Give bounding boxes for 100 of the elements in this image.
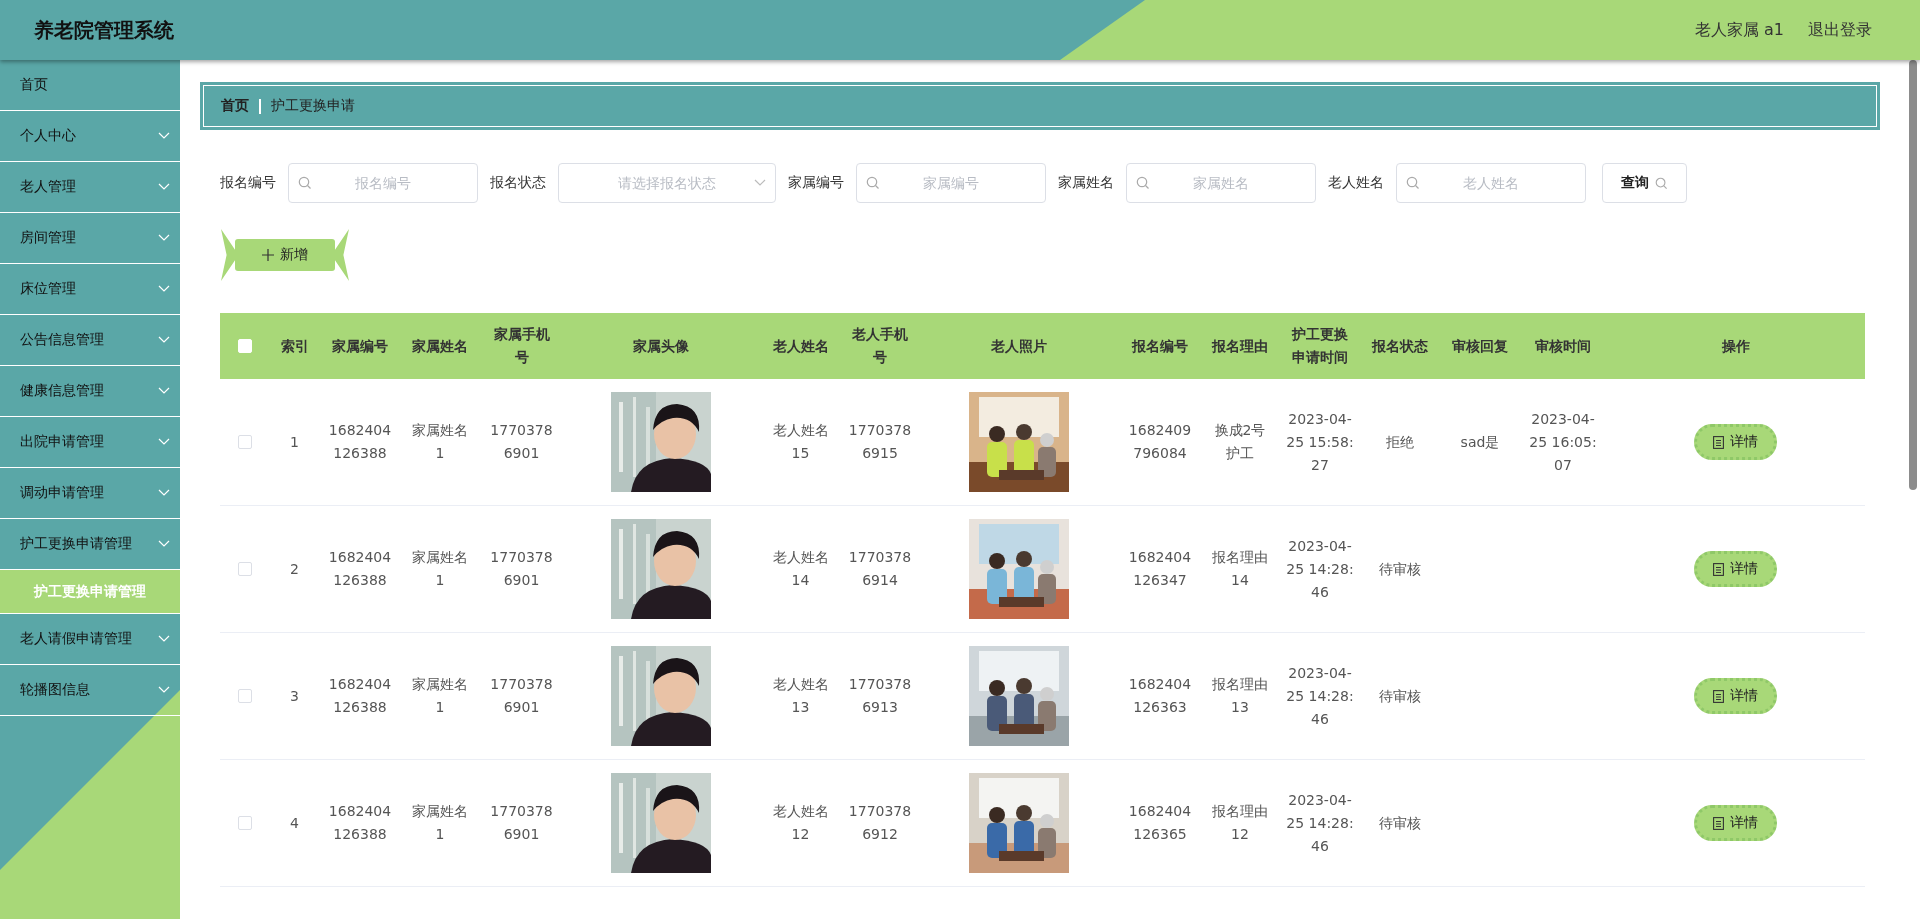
search-icon	[1136, 176, 1150, 190]
search-icon	[298, 176, 312, 190]
table-cell-text: 待审核	[1379, 813, 1421, 833]
table-cell-text: 1682404 126365	[1128, 802, 1192, 844]
filter-label: 家属编号	[788, 174, 844, 192]
dropdown-caret-icon	[754, 179, 766, 187]
document-icon	[1713, 816, 1724, 830]
column-header: 老人手机号	[851, 325, 909, 367]
table-cell-text: 1770378 6901	[490, 548, 553, 590]
detail-button[interactable]: 详情	[1694, 678, 1777, 714]
column-header: 操作	[1721, 336, 1750, 356]
column-header: 家属编号	[332, 336, 388, 356]
filter-label: 报名编号	[220, 174, 276, 192]
sidebar-item[interactable]: 房间管理	[0, 213, 180, 264]
table-cell-text: 2023-04- 25 14:28: 46	[1286, 536, 1354, 602]
table-cell-text: 2023-04- 25 15:58: 27	[1286, 409, 1354, 475]
sidebar-item[interactable]: 床位管理	[0, 264, 180, 315]
chevron-icon	[158, 183, 170, 191]
table-cell-text: 换成2号护工	[1213, 421, 1267, 463]
table-cell-text: 老人姓名 13	[772, 675, 829, 717]
column-header: 老人照片	[991, 336, 1047, 356]
table-cell-text: 老人姓名 15	[772, 421, 829, 463]
table-cell-text: 1682404 126388	[328, 675, 392, 717]
filter-label: 老人姓名	[1328, 174, 1384, 192]
breadcrumb-current: 护工更换申请	[271, 97, 355, 115]
sidebar-item[interactable]: 首页	[0, 60, 180, 111]
table-cell-text: 2023-04- 25 14:28: 46	[1286, 663, 1354, 729]
table-cell-text: 家属姓名 1	[412, 675, 468, 717]
table-cell-text: 3	[290, 686, 299, 706]
column-header: 索引	[280, 336, 309, 356]
search-field[interactable]: 家属姓名	[1126, 163, 1316, 203]
search-field[interactable]: 家属编号	[856, 163, 1046, 203]
chevron-icon	[158, 336, 170, 344]
column-header: 审核回复	[1452, 336, 1508, 356]
chevron-icon	[158, 387, 170, 395]
sidebar-item[interactable]: 个人中心	[0, 111, 180, 162]
column-header: 老人姓名	[772, 336, 829, 356]
table-cell-text: sad是	[1460, 432, 1500, 452]
sidebar-item[interactable]: 老人管理	[0, 162, 180, 213]
scrollbar[interactable]	[1909, 60, 1917, 490]
select-all-checkbox[interactable]	[237, 339, 252, 353]
table-cell-text: 1770378 6913	[848, 675, 912, 717]
column-header: 报名状态	[1372, 336, 1428, 356]
column-header: 审核时间	[1535, 336, 1591, 356]
row-checkbox[interactable]	[237, 435, 252, 449]
row-checkbox[interactable]	[237, 689, 252, 703]
plus-icon	[262, 249, 274, 261]
table-cell-text: 2023-04- 25 14:28: 46	[1286, 790, 1354, 856]
sidebar-item[interactable]: 调动申请管理	[0, 468, 180, 519]
table-cell-text: 老人姓名 14	[772, 548, 829, 590]
chevron-icon	[158, 540, 170, 548]
detail-button[interactable]: 详情	[1694, 551, 1777, 587]
sidebar-item[interactable]: 老人请假申请管理	[0, 614, 180, 665]
logout-link[interactable]: 退出登录	[1808, 19, 1872, 41]
chevron-icon	[158, 489, 170, 497]
column-header: 报名编号	[1132, 336, 1188, 356]
sidebar-item[interactable]: 健康信息管理	[0, 366, 180, 417]
table-cell-text: 1682404 126347	[1128, 548, 1192, 590]
sidebar-item[interactable]: 公告信息管理	[0, 315, 180, 366]
app-title: 养老院管理系统	[34, 16, 174, 44]
chevron-icon	[158, 686, 170, 694]
table-cell-text: 1770378 6914	[848, 548, 912, 590]
table-cell-text: 家属姓名 1	[412, 548, 468, 590]
table-cell-text: 老人姓名 12	[772, 802, 829, 844]
table-cell-text: 1682404 126388	[328, 802, 392, 844]
table-cell-text: 报名理由 14	[1212, 548, 1268, 590]
table-cell-text: 1770378 6901	[490, 802, 553, 844]
table-cell-text: 待审核	[1379, 686, 1421, 706]
table-cell-text: 待审核	[1379, 559, 1421, 579]
table-cell-text: 1682404 126388	[328, 548, 392, 590]
table-cell-text: 报名理由 13	[1212, 675, 1268, 717]
row-checkbox[interactable]	[237, 562, 252, 576]
search-icon	[1406, 176, 1420, 190]
table-cell-text: 1682404 126388	[328, 421, 392, 463]
detail-button[interactable]: 详情	[1694, 805, 1777, 841]
sidebar-item[interactable]: 出院申请管理	[0, 417, 180, 468]
table-cell-text: 1770378 6912	[848, 802, 912, 844]
chevron-icon	[158, 234, 170, 242]
chevron-icon	[158, 438, 170, 446]
search-field[interactable]: 报名编号	[288, 163, 478, 203]
chevron-icon	[158, 132, 170, 140]
query-button[interactable]: 查询	[1602, 163, 1687, 203]
status-select[interactable]: 请选择报名状态	[558, 163, 776, 203]
breadcrumb-link[interactable]: 首页	[221, 97, 249, 115]
search-field[interactable]: 老人姓名	[1396, 163, 1586, 203]
row-checkbox[interactable]	[237, 816, 252, 830]
filter-label: 家属姓名	[1058, 174, 1114, 192]
table-cell-text: 家属姓名 1	[412, 802, 468, 844]
table-cell-text: 1770378 6915	[848, 421, 912, 463]
document-icon	[1713, 435, 1724, 449]
table-cell-text: 2	[290, 559, 299, 579]
detail-button[interactable]: 详情	[1694, 424, 1777, 460]
table-cell-text: 家属姓名 1	[412, 421, 468, 463]
column-header: 护工更换申请时间	[1290, 325, 1349, 367]
chevron-icon	[158, 285, 170, 293]
search-icon	[1655, 176, 1668, 190]
column-header: 家属姓名	[412, 336, 468, 356]
table-cell-text: 1682404 126363	[1128, 675, 1192, 717]
search-icon	[866, 176, 880, 190]
sidebar-item[interactable]: 轮播图信息	[0, 665, 180, 716]
